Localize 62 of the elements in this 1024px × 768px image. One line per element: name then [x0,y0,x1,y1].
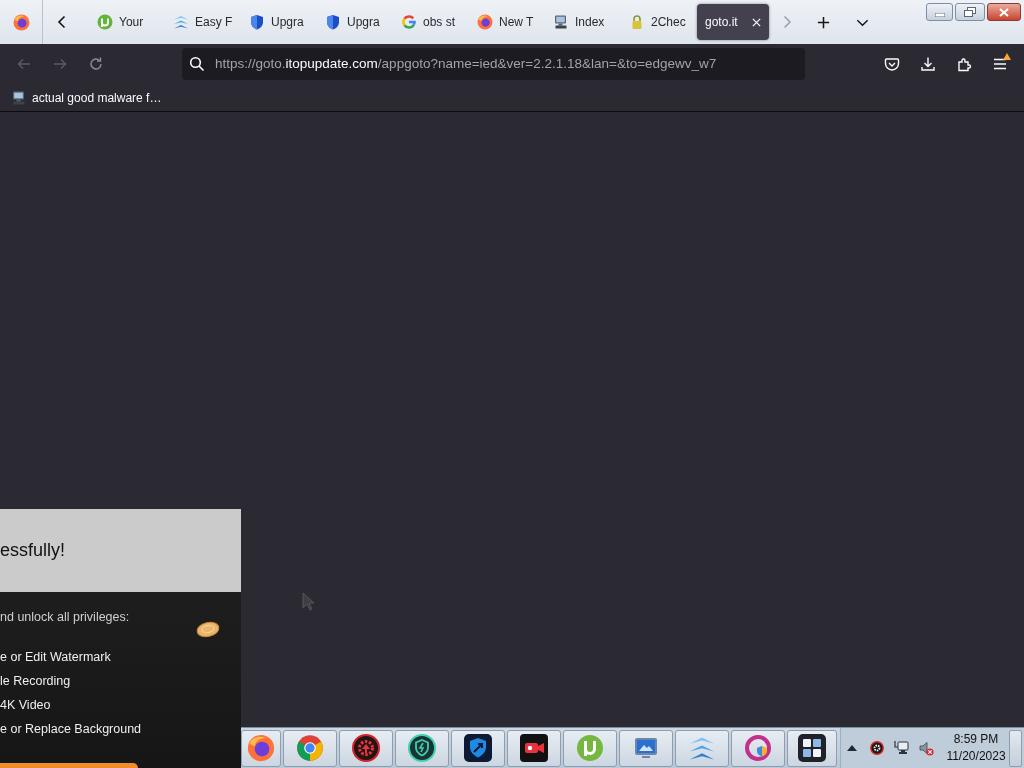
clock-date: 11/20/2023 [946,748,1006,765]
up-arrow-icon[interactable] [847,745,857,751]
feature-item: 4K Video [0,697,52,714]
tab[interactable]: Upgra [241,4,313,40]
shield-tile-icon [464,734,492,762]
taskbar-button[interactable] [395,729,449,767]
coin-icon [196,621,220,638]
taskbar-button[interactable] [507,729,561,767]
tab[interactable]: Your [89,4,161,40]
close-icon [999,7,1009,17]
gear-badge-icon [352,734,380,762]
shield-icon [249,14,265,30]
camera-tile-icon [520,734,548,762]
puzzle-icon[interactable] [956,56,972,72]
mouse-pointer-icon [302,592,314,611]
lock-icon [629,14,645,30]
network-icon[interactable] [893,740,909,756]
clock-time: 8:59 PM [953,731,999,748]
address-field[interactable]: https://goto.itopupdate.com/appgoto?name=ied&ver=2.2.1.18&lan=&to=edgewv_w7 [182,48,805,80]
tab[interactable]: goto.it [697,4,769,40]
restore-button[interactable] [955,3,985,21]
firefox-icon [247,734,275,762]
taskbar-button[interactable] [451,729,505,767]
search-icon [189,56,205,72]
bookmark-item[interactable]: actual good malware f… [11,86,162,109]
mu-logo-icon [576,734,604,762]
tab[interactable]: Upgra [317,4,389,40]
feature-item: e or Replace Background [0,721,143,738]
chevron-stack-icon [173,14,189,30]
tab[interactable]: New T [469,4,541,40]
restore-icon [964,7,976,17]
tab[interactable]: 2Chec [621,4,693,40]
taskbar-button[interactable] [339,729,393,767]
tab[interactable]: Index [545,4,617,40]
mu-logo-icon [97,14,113,30]
feature-item: e or Edit Watermark [0,649,112,666]
google-icon [401,14,417,30]
firefox-icon [477,14,493,30]
tab[interactable]: obs st [393,4,465,40]
taskbar-button[interactable] [787,729,837,767]
close-button[interactable] [987,3,1021,21]
reload-icon[interactable] [88,56,104,72]
shield-badge-icon [408,734,436,762]
plus-icon[interactable] [815,14,831,30]
download-icon[interactable] [920,56,936,72]
gear-badge-icon[interactable] [870,741,884,755]
pocket-icon[interactable] [884,56,900,72]
tab[interactable]: Easy F [165,4,237,40]
firefox-icon[interactable] [12,13,30,31]
computer-icon [11,89,27,106]
computer-icon [553,14,569,30]
speaker-icon[interactable] [918,740,934,756]
shield-icon [325,14,341,30]
menu-icon[interactable] [992,56,1008,72]
minimize-icon [934,12,945,17]
popup-title: essfully! [0,539,66,562]
tiles-icon [798,734,826,762]
minimize-button[interactable] [926,3,953,21]
popup-text: nd unlock all privileges: [0,609,131,625]
chrome-icon [296,734,324,762]
feature-item: le Recording [0,673,72,690]
ring-shield-icon [744,734,772,762]
